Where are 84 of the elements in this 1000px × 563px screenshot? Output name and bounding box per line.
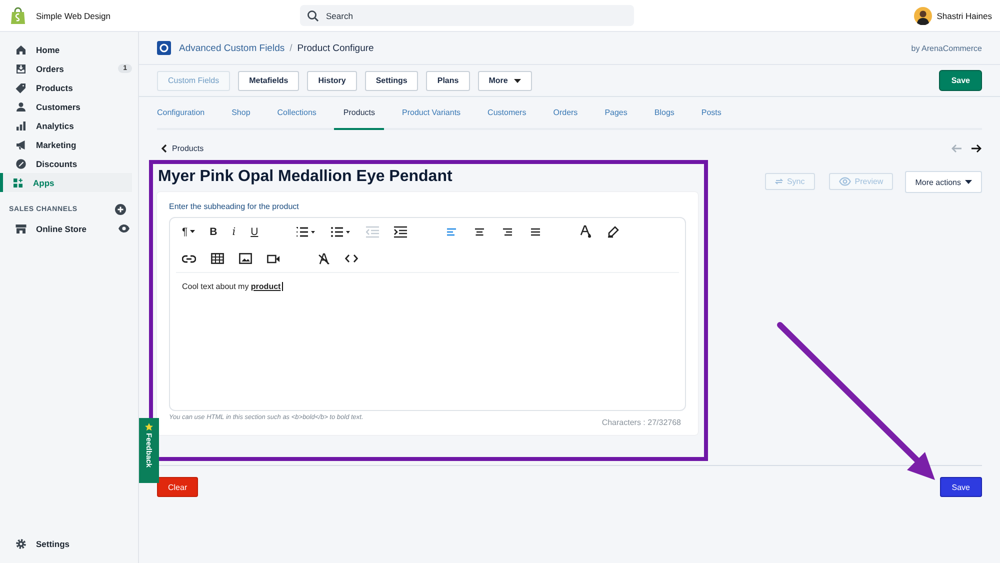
table-icon[interactable] <box>211 253 224 264</box>
star-icon <box>145 423 153 431</box>
italic-button[interactable]: i <box>232 226 236 238</box>
tab[interactable]: Blogs <box>645 97 684 130</box>
text-color-icon[interactable] <box>580 225 592 238</box>
search-field[interactable]: Search <box>300 5 634 26</box>
discount-icon <box>15 158 27 170</box>
bold-button[interactable]: B <box>210 226 218 238</box>
apps-icon <box>12 176 24 188</box>
nav-button[interactable]: Metafields <box>238 70 300 90</box>
chevron-left-icon <box>161 144 167 152</box>
tab[interactable]: Shop <box>222 97 260 130</box>
bulleted-list-icon[interactable] <box>331 226 352 238</box>
field-label: Enter the subheading for the product <box>169 202 300 211</box>
image-icon[interactable] <box>239 253 252 264</box>
app-name-link[interactable]: Advanced Custom Fields <box>179 42 285 54</box>
clear-button[interactable]: Clear <box>157 477 198 497</box>
product-title: Myer Pink Opal Medallion Eye Pendant <box>158 167 454 187</box>
settings-icon <box>15 538 27 550</box>
align-center-icon[interactable] <box>473 226 486 238</box>
save-button[interactable]: Save <box>939 70 982 91</box>
justify-icon[interactable] <box>529 226 542 238</box>
home-icon <box>15 44 27 56</box>
eye-icon[interactable] <box>118 224 130 233</box>
nav-item[interactable]: Products <box>0 78 132 97</box>
code-icon[interactable] <box>345 254 358 263</box>
nav-item[interactable]: Online Store <box>0 219 132 238</box>
caret-icon <box>190 230 195 233</box>
breadcrumb-separator: / <box>290 42 292 54</box>
nav-item[interactable]: Analytics <box>0 116 132 135</box>
editor-text[interactable]: Cool text about my product <box>182 282 281 291</box>
tab[interactable]: Posts <box>692 97 730 130</box>
video-icon[interactable] <box>267 254 280 264</box>
clear-formatting-icon[interactable] <box>318 252 330 264</box>
bar-chart-icon <box>15 120 27 132</box>
user-name[interactable]: Shastri Haines <box>936 10 992 20</box>
nav-item[interactable]: Discounts <box>0 154 132 173</box>
character-counter: Characters : 27/32768 <box>602 418 681 427</box>
caret-icon <box>965 180 972 184</box>
tab[interactable]: Customers <box>478 97 536 130</box>
underline-button[interactable]: U <box>250 226 258 238</box>
store-icon <box>15 222 27 234</box>
nav-button[interactable]: More <box>478 70 532 90</box>
tab[interactable]: Pages <box>596 97 636 130</box>
megaphone-icon <box>15 138 27 150</box>
page-title: Product Configure <box>297 42 374 54</box>
person-icon <box>15 100 27 112</box>
shopping-bag-icon <box>10 6 26 24</box>
tag-icon <box>15 82 27 94</box>
app-logo-icon <box>157 41 171 55</box>
align-left-icon[interactable] <box>445 226 458 238</box>
sync-icon <box>774 178 783 185</box>
caret-icon <box>514 78 521 82</box>
nav-item[interactable]: Apps <box>0 173 132 192</box>
link-icon[interactable] <box>182 254 196 262</box>
tab[interactable]: Products <box>334 97 384 130</box>
vendor-text: by ArenaCommerce <box>911 44 982 52</box>
back-link[interactable]: Products <box>161 144 204 152</box>
nav-item[interactable]: Customers <box>0 97 132 116</box>
inbox-icon <box>15 62 27 74</box>
tab[interactable]: Configuration <box>157 97 214 130</box>
nav-button[interactable]: Plans <box>426 70 470 90</box>
search-icon <box>307 10 319 22</box>
nav-button[interactable]: History <box>307 70 357 90</box>
numbered-list-icon[interactable] <box>296 226 316 238</box>
tab[interactable]: Collections <box>268 97 326 130</box>
store-name: Simple Web Design <box>36 10 110 20</box>
highlighter-icon[interactable] <box>607 226 620 238</box>
avatar-icon[interactable] <box>914 6 932 24</box>
nav-item[interactable]: Home <box>0 40 132 59</box>
nav-item[interactable]: Settings <box>0 534 132 553</box>
paragraph-format-button[interactable]: ¶ <box>182 226 195 238</box>
save-button[interactable]: Save <box>940 477 982 497</box>
align-right-icon[interactable] <box>501 226 514 238</box>
text-cursor <box>282 282 283 291</box>
next-arrow-icon[interactable] <box>971 144 982 152</box>
add-icon[interactable] <box>115 204 126 215</box>
tab[interactable]: Product Variants <box>393 97 470 130</box>
more-actions-button[interactable]: More actions <box>905 171 982 193</box>
nav-item[interactable]: Marketing <box>0 135 132 154</box>
nav-button[interactable]: Settings <box>364 70 418 90</box>
eye-icon <box>838 177 851 186</box>
indent-icon[interactable] <box>394 226 408 238</box>
tab[interactable]: Orders <box>544 97 587 130</box>
